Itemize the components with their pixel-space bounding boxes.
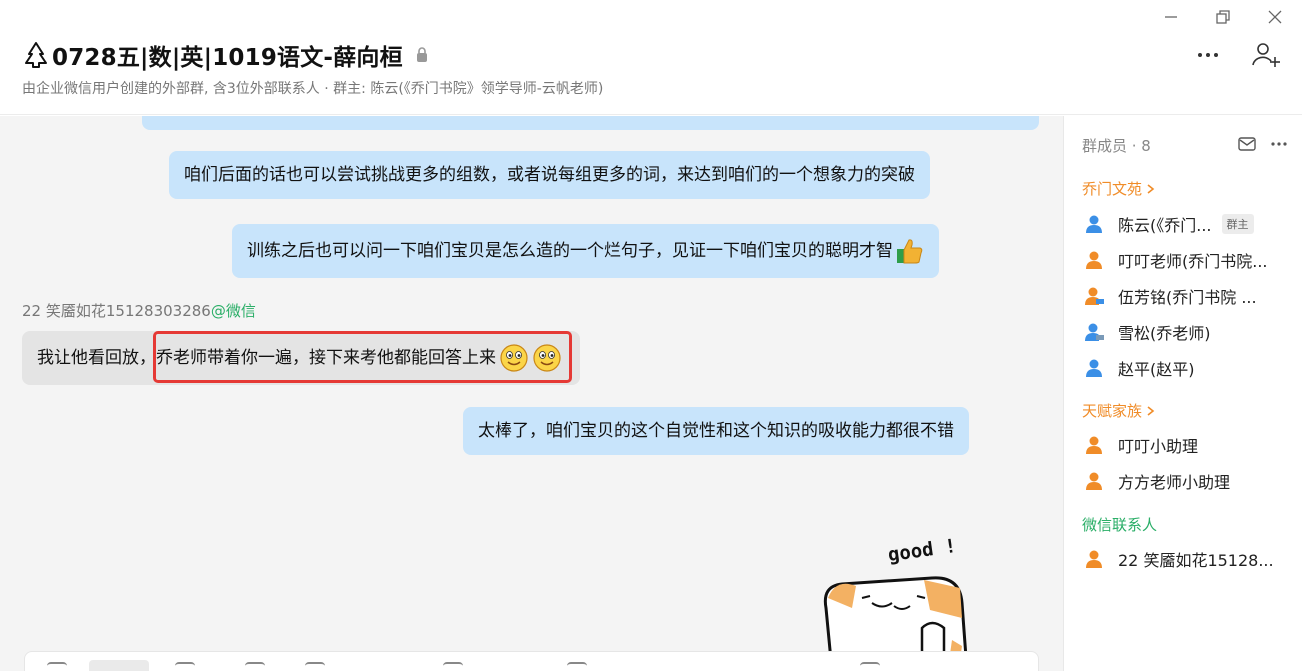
member-group-header[interactable]: 乔门文苑: [1082, 178, 1157, 199]
sender-name[interactable]: 22 笑靥如花15128303286: [22, 302, 211, 320]
more-icon[interactable]: [1270, 136, 1288, 152]
member-item[interactable]: 叮叮老师(乔门书院...: [1084, 245, 1294, 275]
member-name: 叮叮老师(乔门书院...: [1118, 252, 1268, 271]
member-name: 雪松(乔老师): [1118, 324, 1211, 343]
title-row: 0728五|数|英|1019语文-薛向桓: [22, 38, 429, 72]
chevron-right-icon: [1147, 183, 1155, 194]
sticker-image[interactable]: good !: [812, 528, 992, 671]
window-controls: [1162, 8, 1284, 26]
group-subtitle: 由企业微信用户创建的外部群, 含3位外部联系人 · 群主: 陈云(《乔门书院》领…: [22, 81, 604, 97]
user-blue-icon: [1086, 359, 1102, 377]
member-group-header: 微信联系人: [1082, 514, 1157, 535]
message-bubble-partial: [142, 116, 1039, 130]
member-item[interactable]: 叮叮小助理: [1084, 430, 1294, 460]
member-panel-tools: [1238, 136, 1288, 152]
message-bubble-mine[interactable]: 咱们后面的话也可以尝试挑战更多的组数，或者说每组更多的词，来达到咱们的一个想象力…: [169, 151, 930, 199]
member-count: 群成员 · 8: [1082, 137, 1151, 155]
user-orange-icon: [1086, 472, 1102, 490]
group-name: 微信联系人: [1082, 516, 1158, 534]
member-panel: 群成员 · 8 乔门文苑 陈云(《乔门... 群主 叮叮老师(乔门书院... 伍…: [1063, 116, 1302, 671]
toolbar-selected-tool[interactable]: [89, 660, 149, 671]
message-text: 咱们后面的话也可以尝试挑战更多的组数，或者说每组更多的词，来达到咱们的一个想象力…: [184, 165, 915, 185]
input-toolbar[interactable]: [24, 651, 1039, 671]
user-orange-icon: [1086, 550, 1102, 568]
member-name: 22 笑靥如花15128...: [1118, 551, 1274, 570]
message-bubble-mine[interactable]: 太棒了，咱们宝贝的这个自觉性和这个知识的吸收能力都很不错: [463, 407, 969, 455]
message-sender: 22 笑靥如花15128303286@微信: [22, 300, 256, 321]
user-blue-icon: [1086, 215, 1102, 233]
member-item[interactable]: 陈云(《乔门... 群主: [1084, 209, 1294, 239]
group-name: 乔门文苑: [1082, 180, 1143, 198]
message-bubble-mine[interactable]: 训练之后也可以问一下咱们宝贝是怎么造的一个烂句子，见证一下咱们宝贝的聪明才智: [232, 224, 939, 278]
more-icon[interactable]: [1192, 40, 1224, 70]
user-blue-pc-icon: [1085, 323, 1104, 341]
tree-logo-icon: [25, 42, 47, 68]
message-text: 训练之后也可以问一下咱们宝贝是怎么造的一个烂句子，见证一下咱们宝贝的聪明才智: [247, 241, 893, 261]
member-name: 方方老师小助理: [1118, 473, 1231, 492]
user-orange-pc-icon: [1085, 287, 1104, 305]
screenshot-tool-icon[interactable]: [245, 662, 265, 671]
restore-icon[interactable]: [1214, 8, 1232, 26]
close-icon[interactable]: [1266, 8, 1284, 26]
member-item[interactable]: 雪松(乔老师): [1084, 317, 1294, 347]
chat-record-tool-icon[interactable]: [443, 662, 463, 671]
minimize-icon[interactable]: [1162, 8, 1180, 26]
mail-icon[interactable]: [1238, 136, 1256, 152]
emoji-tool-icon[interactable]: [47, 662, 67, 671]
thumbs-up-icon: [897, 239, 923, 264]
member-name: 陈云(《乔门...: [1118, 216, 1212, 235]
member-item[interactable]: 伍芳铭(乔门书院 ...: [1084, 281, 1294, 311]
member-name: 叮叮小助理: [1118, 437, 1199, 456]
history-tool-icon[interactable]: [860, 662, 880, 671]
user-orange-icon: [1086, 436, 1102, 454]
external-group-icon: [416, 47, 427, 62]
message-list[interactable]: 咱们后面的话也可以尝试挑战更多的组数，或者说每组更多的词，来达到咱们的一个想象力…: [0, 116, 1063, 671]
sticker-text: good !: [887, 535, 958, 566]
add-member-icon[interactable]: [1250, 40, 1282, 70]
page-title: 0728五|数|英|1019语文-薛向桓: [52, 45, 403, 71]
highlight-box: [153, 331, 572, 383]
scissors-tool-icon[interactable]: [305, 662, 325, 671]
header-actions: [1192, 40, 1282, 70]
folder-tool-icon[interactable]: [175, 662, 195, 671]
member-item[interactable]: 方方老师小助理: [1084, 466, 1294, 496]
sender-tag: @微信: [210, 302, 256, 320]
owner-badge: 群主: [1221, 214, 1254, 234]
member-group-header[interactable]: 天赋家族: [1082, 400, 1157, 421]
member-name: 伍芳铭(乔门书院 ...: [1118, 288, 1257, 307]
message-text: 太棒了，咱们宝贝的这个自觉性和这个知识的吸收能力都很不错: [478, 421, 954, 441]
member-item[interactable]: 赵平(赵平): [1084, 353, 1294, 383]
user-orange-icon: [1086, 251, 1102, 269]
voice-tool-icon[interactable]: [567, 662, 587, 671]
chat-header: 0728五|数|英|1019语文-薛向桓 由企业微信用户创建的外部群, 含3位外…: [0, 0, 1302, 115]
member-item[interactable]: 22 笑靥如花15128...: [1084, 544, 1294, 574]
chevron-right-icon: [1147, 405, 1155, 416]
member-name: 赵平(赵平): [1118, 360, 1195, 379]
group-name: 天赋家族: [1082, 402, 1143, 420]
